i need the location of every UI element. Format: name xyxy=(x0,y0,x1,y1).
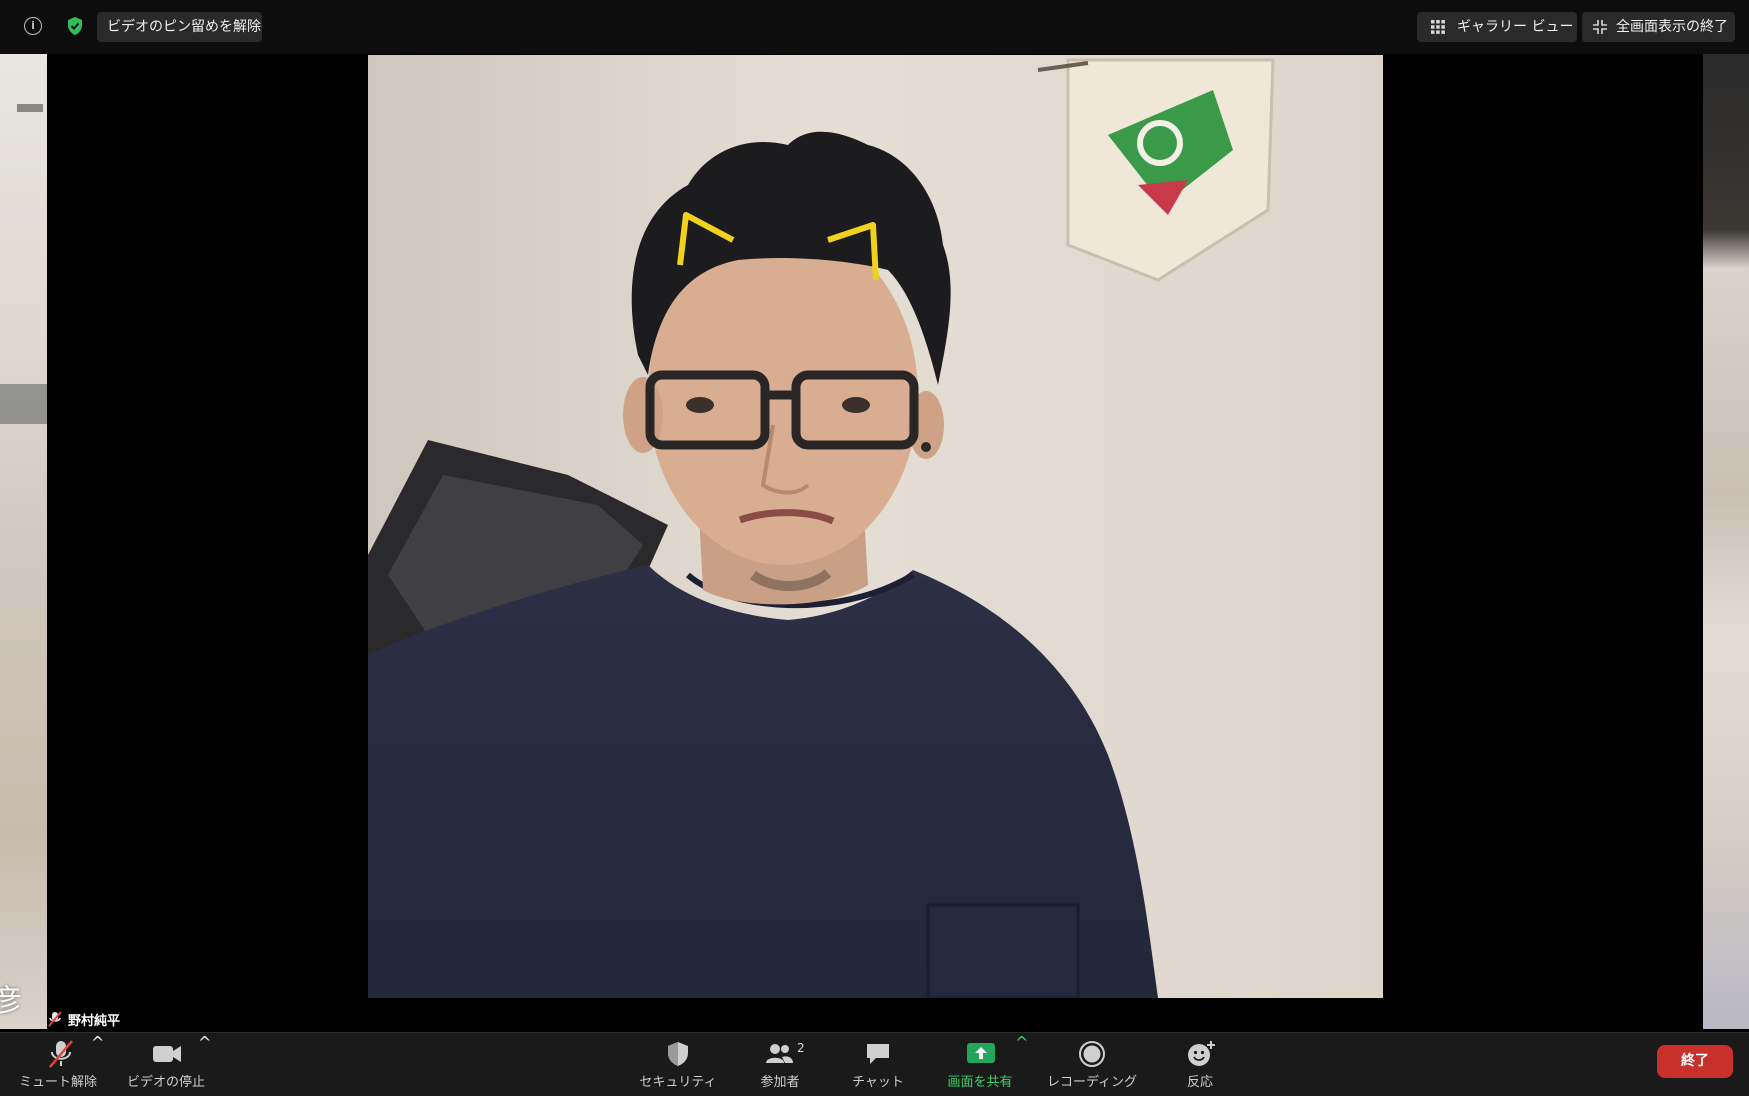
participant-video-illustration xyxy=(368,55,1383,998)
pinned-video-feed[interactable] xyxy=(368,55,1383,998)
share-screen-button[interactable]: 画面を共有 xyxy=(940,1033,1020,1096)
end-meeting-button[interactable]: 終了 xyxy=(1657,1045,1733,1078)
recording-button[interactable]: レコーディング xyxy=(1047,1033,1137,1096)
participant-name-label: 野村純平 xyxy=(68,1013,121,1029)
shelf-shape xyxy=(0,384,47,424)
participants-button[interactable]: 2 参加者 xyxy=(740,1033,820,1096)
meeting-info-icon[interactable]: i xyxy=(24,17,42,35)
security-label: セキュリティ xyxy=(639,1075,717,1090)
participants-icon xyxy=(766,1044,793,1063)
meeting-top-bar: i ビデオのピン留めを解除 ギャラリー ビュー 全画面表示の終了 xyxy=(0,0,1749,54)
exit-fullscreen-icon xyxy=(1593,20,1607,34)
audio-options-chevron-icon[interactable]: ^ xyxy=(91,1033,104,1096)
participants-count-badge: 2 xyxy=(797,1041,805,1055)
right-participant-tile[interactable] xyxy=(1703,54,1749,1029)
wall-hook-shape xyxy=(17,104,43,112)
unmute-label: ミュート解除 xyxy=(18,1075,98,1090)
muted-mic-icon xyxy=(48,1011,62,1027)
chat-label: チャット xyxy=(852,1075,904,1090)
security-shield-icon xyxy=(668,1042,688,1066)
gallery-view-button[interactable]: ギャラリー ビュー xyxy=(1417,12,1577,42)
participants-label: 参加者 xyxy=(760,1075,800,1090)
muted-microphone-icon xyxy=(49,1040,73,1068)
grid-icon xyxy=(1431,20,1445,34)
share-screen-icon xyxy=(967,1043,995,1063)
gallery-view-label: ギャラリー ビュー xyxy=(1457,19,1574,35)
encryption-shield-icon[interactable] xyxy=(66,16,84,36)
security-button[interactable]: セキュリティ xyxy=(638,1033,718,1096)
reactions-button[interactable]: 反応 xyxy=(1160,1033,1240,1096)
reactions-label: 反応 xyxy=(1186,1075,1214,1090)
emoji-reaction-icon xyxy=(1188,1041,1215,1066)
left-participant-tile[interactable] xyxy=(0,54,47,1029)
video-options-chevron-icon[interactable]: ^ xyxy=(198,1033,211,1096)
exit-fullscreen-label: 全画面表示の終了 xyxy=(1616,19,1728,35)
recording-label: レコーディング xyxy=(1046,1075,1138,1090)
unpin-video-button[interactable]: ビデオのピン留めを解除 xyxy=(97,12,262,42)
video-camera-icon xyxy=(153,1046,181,1062)
share-options-chevron-icon[interactable]: ^ xyxy=(1015,1033,1028,1096)
exit-fullscreen-button[interactable]: 全画面表示の終了 xyxy=(1582,12,1735,42)
chat-button[interactable]: チャット xyxy=(838,1033,918,1096)
share-screen-label: 画面を共有 xyxy=(947,1075,1013,1090)
chat-bubble-icon xyxy=(867,1044,889,1064)
meeting-controls-bar: ミュート解除 ^ ビデオの停止 ^ セキュリティ 2 参加者 チャット 画面を共… xyxy=(0,1032,1749,1096)
stop-video-label: ビデオの停止 xyxy=(126,1075,206,1090)
record-icon xyxy=(1079,1041,1105,1067)
participant-name-tag: 野村純平 xyxy=(48,1009,120,1029)
left-tile-name-fragment: 彦 xyxy=(0,984,22,1019)
